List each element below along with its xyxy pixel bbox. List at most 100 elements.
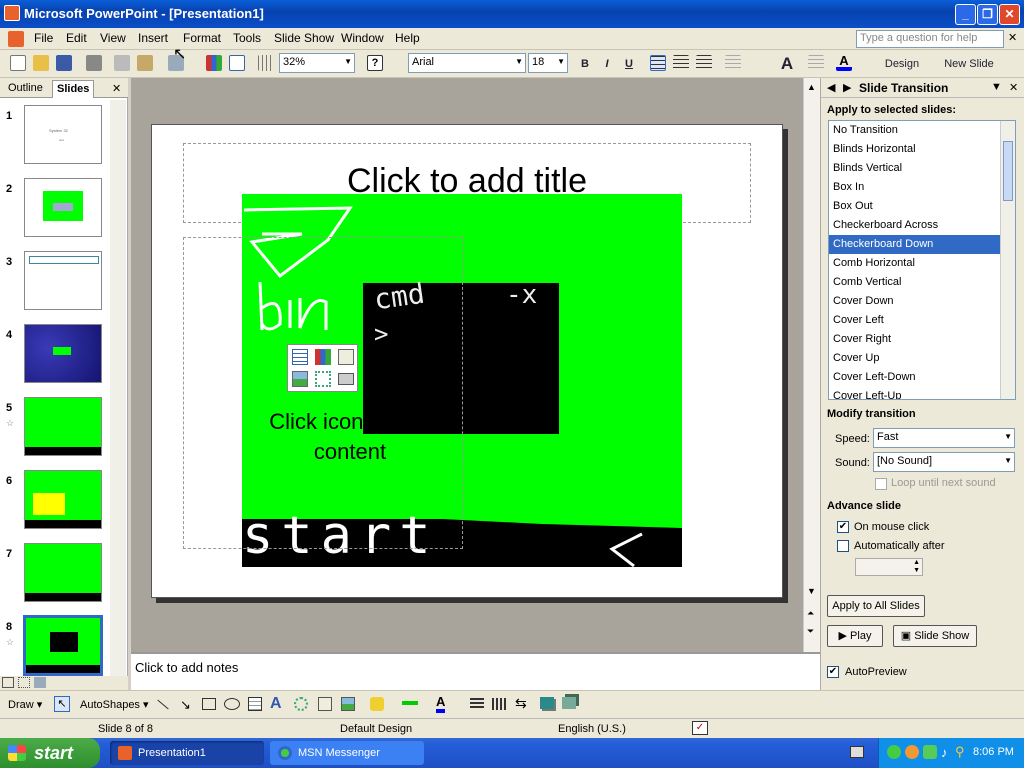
maximize-button[interactable]: ❐ xyxy=(977,4,998,25)
menu-file[interactable]: File xyxy=(34,31,53,45)
slide-thumbnail-2[interactable] xyxy=(24,178,102,237)
slide-thumbnail-6[interactable] xyxy=(24,470,102,529)
copy-icon[interactable] xyxy=(114,55,130,71)
scroll-down-icon[interactable]: ▼ xyxy=(807,586,816,596)
align-right-icon[interactable] xyxy=(696,55,712,71)
autoshapes-menu-button[interactable]: AutoShapes ▾ xyxy=(80,698,149,711)
help-search-input[interactable]: Type a question for help xyxy=(856,30,1004,48)
line-color-icon[interactable] xyxy=(402,701,418,705)
insert-clip-art-icon[interactable] xyxy=(338,349,354,365)
tab-outline[interactable]: Outline xyxy=(4,80,47,98)
slide-thumbnail-7[interactable] xyxy=(24,543,102,602)
close-button[interactable]: ✕ xyxy=(999,4,1020,25)
list-item-selected[interactable]: Checkerboard Down xyxy=(829,235,1015,254)
forward-icon[interactable]: ▶ xyxy=(843,81,851,94)
list-scroll-thumb[interactable] xyxy=(1003,141,1013,201)
volume-icon[interactable]: ♪ xyxy=(941,745,948,760)
text-box-icon[interactable] xyxy=(248,697,262,711)
start-button[interactable]: start xyxy=(0,738,100,768)
slide-scrollbar[interactable]: ▲ ▼ ⏶ ⏷ xyxy=(803,78,820,652)
picture-icon[interactable] xyxy=(341,697,355,711)
new-slide-button[interactable]: New Slide xyxy=(938,54,1000,74)
document-icon[interactable] xyxy=(8,31,24,47)
tab-slides[interactable]: Slides xyxy=(52,80,95,98)
grid-icon[interactable] xyxy=(258,55,274,71)
clip-art-icon[interactable] xyxy=(318,697,332,711)
insert-table-icon[interactable] xyxy=(292,349,308,365)
align-left-icon[interactable] xyxy=(650,55,666,71)
insert-diagram-icon[interactable] xyxy=(315,371,331,387)
insert-media-clip-icon[interactable] xyxy=(338,373,354,385)
insert-picture-icon[interactable] xyxy=(292,371,308,387)
list-item[interactable]: Box In xyxy=(829,178,1015,197)
list-item[interactable]: Comb Horizontal xyxy=(829,254,1015,273)
automatically-after-checkbox[interactable] xyxy=(837,540,849,552)
list-item[interactable]: Cover Left xyxy=(829,311,1015,330)
list-item[interactable]: Cover Up xyxy=(829,349,1015,368)
sound-select[interactable]: [No Sound] ▼ xyxy=(873,452,1015,472)
oval-icon[interactable] xyxy=(224,698,240,710)
slide-thumbnail-3[interactable] xyxy=(24,251,102,310)
taskbar-item-msn[interactable]: MSN Messenger xyxy=(270,741,424,765)
indent-icon[interactable] xyxy=(808,55,824,71)
powerpoint-app-icon[interactable] xyxy=(4,5,20,21)
menu-help[interactable]: Help xyxy=(395,31,420,45)
diagram-icon[interactable] xyxy=(294,697,308,711)
play-button[interactable]: ▶ Play xyxy=(827,625,883,647)
network-tray-icon[interactable] xyxy=(905,745,919,759)
messenger-tray-icon[interactable] xyxy=(887,745,901,759)
minimize-button[interactable]: _ xyxy=(955,4,976,25)
list-scrollbar[interactable] xyxy=(1000,121,1015,399)
normal-view-icon[interactable] xyxy=(2,677,14,688)
on-mouse-click-checkbox[interactable]: ✔ xyxy=(837,521,849,533)
loop-checkbox[interactable] xyxy=(875,478,887,490)
content-placeholder[interactable]: Click icon to add content xyxy=(183,237,463,549)
design-button[interactable]: Design xyxy=(876,54,928,74)
notes-pane[interactable]: Click to add notes xyxy=(131,652,820,690)
font-size-select[interactable]: 18 ▼ xyxy=(528,53,568,73)
slideshow-view-icon[interactable] xyxy=(34,677,46,688)
insert-table-icon[interactable] xyxy=(229,55,245,71)
select-pointer-icon[interactable]: ↖ xyxy=(54,696,70,712)
list-item[interactable]: Blinds Horizontal xyxy=(829,140,1015,159)
list-item[interactable]: Checkerboard Across xyxy=(829,216,1015,235)
menu-tools[interactable]: Tools xyxy=(233,31,261,45)
keyboard-icon[interactable] xyxy=(850,746,864,758)
wordart-icon[interactable]: A xyxy=(270,695,282,713)
fill-color-icon[interactable] xyxy=(370,697,384,711)
slide-thumbnail-5[interactable] xyxy=(24,397,102,456)
list-item[interactable]: Blinds Vertical xyxy=(829,159,1015,178)
font-color-icon[interactable]: A xyxy=(836,54,852,71)
scroll-up-icon[interactable]: ▲ xyxy=(807,82,816,92)
list-item[interactable]: Cover Left-Up xyxy=(829,387,1015,399)
shadow-style-icon[interactable] xyxy=(540,697,554,709)
taskbar-item-presentation[interactable]: Presentation1 xyxy=(110,741,264,765)
menu-window[interactable]: Window xyxy=(341,31,384,45)
menu-insert[interactable]: Insert xyxy=(138,31,168,45)
draw-menu-button[interactable]: Draw ▾ xyxy=(8,698,42,711)
3d-style-icon[interactable] xyxy=(562,697,576,709)
previous-slide-icon[interactable]: ⏶ xyxy=(807,608,814,619)
menu-edit[interactable]: Edit xyxy=(66,31,87,45)
rectangle-icon[interactable] xyxy=(202,698,216,710)
zoom-select[interactable]: 32% ▼ xyxy=(279,53,355,73)
search-tray-icon[interactable]: ⚲ xyxy=(955,744,965,760)
line-icon[interactable] xyxy=(157,699,169,710)
speed-select[interactable]: Fast ▼ xyxy=(873,428,1015,448)
dash-style-icon[interactable] xyxy=(492,698,506,710)
menu-slide-show[interactable]: Slide Show xyxy=(274,31,334,45)
apply-to-all-slides-button[interactable]: Apply to All Slides xyxy=(827,595,925,617)
task-pane-menu-icon[interactable]: ▼ xyxy=(991,81,1002,93)
next-slide-icon[interactable]: ⏷ xyxy=(807,626,814,637)
italic-button[interactable]: I xyxy=(600,54,614,74)
list-item[interactable]: Cover Down xyxy=(829,292,1015,311)
list-item[interactable]: No Transition xyxy=(829,121,1015,140)
slide-show-button[interactable]: ▣ Slide Show xyxy=(893,625,977,647)
insert-chart-icon[interactable] xyxy=(206,55,222,71)
security-tray-icon[interactable] xyxy=(923,745,937,759)
help-icon[interactable]: ? xyxy=(367,55,383,71)
pane-close-icon[interactable]: ✕ xyxy=(108,80,125,98)
open-icon[interactable] xyxy=(33,55,49,71)
list-item[interactable]: Comb Vertical xyxy=(829,273,1015,292)
paste-icon[interactable] xyxy=(137,55,153,71)
